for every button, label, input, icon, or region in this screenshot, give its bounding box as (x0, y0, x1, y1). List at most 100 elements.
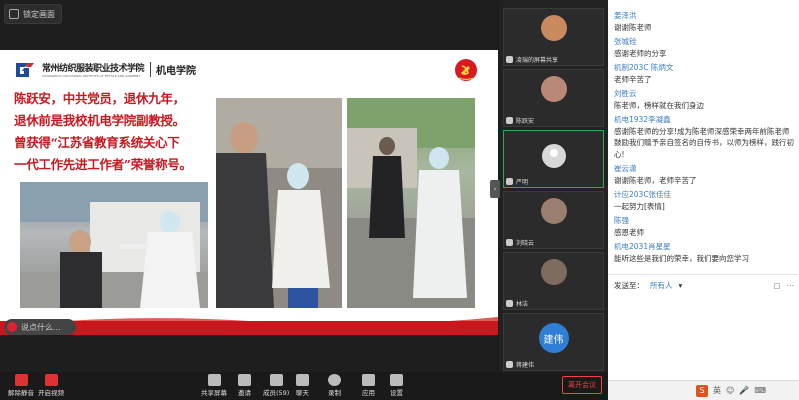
keyboard-icon[interactable]: ⌨ (754, 386, 766, 395)
share-screen-icon (207, 374, 221, 386)
department-name: 机电学院 (150, 61, 196, 77)
participant-name-row: 严明 (506, 177, 528, 186)
school-name-block: 常州纺织服装职业技术学院 CHANGZHOU VOCATIONAL INSTIT… (42, 61, 145, 78)
unmute-button[interactable]: 解除静音 (8, 374, 34, 397)
chat-text: 陈老师，榜样就在我们身边 (614, 100, 704, 110)
chat-divider (608, 274, 799, 275)
party-emblem-icon (455, 59, 477, 81)
emoji-icon[interactable]: ☺ (726, 386, 734, 395)
start-video-label: 开启视频 (38, 389, 64, 397)
participant-name-row: 蒋建伟 (506, 360, 534, 369)
participant-name: 凌瑞的屏幕共享 (516, 57, 559, 64)
chat-message: 刘胜云 陈老师，榜样就在我们身边 (614, 88, 794, 111)
ime-logo-icon[interactable]: S (696, 384, 708, 397)
shared-screen-area: 锁定画面 常州纺织服装职业技术学院 CHANGZHOU VOCATIONAL I… (0, 0, 500, 372)
apps-button[interactable]: 应用 (362, 374, 375, 397)
participant-video (540, 15, 567, 41)
collapse-thumbnails-button[interactable]: › (490, 180, 500, 198)
presentation-slide: 常州纺织服装职业技术学院 CHANGZHOU VOCATIONAL INSTIT… (0, 50, 498, 335)
participant-tile[interactable]: 刘晓云 (503, 191, 604, 249)
chat-sender[interactable]: 计应203C张佳佳 (614, 189, 794, 201)
chat-sender[interactable]: 陈强 (614, 215, 794, 227)
microphone-off-icon (14, 374, 28, 386)
participant-name: 刘晓云 (516, 240, 535, 247)
comment-icon (7, 322, 17, 332)
comment-input[interactable]: 说点什么... (4, 319, 76, 335)
chat-recipient-row: 发送至： 所有人 ▾ ▢ ⋯ (614, 280, 794, 291)
members-label: 成员(59) (263, 389, 290, 397)
start-video-button[interactable]: 开启视频 (38, 374, 64, 397)
chat-sender[interactable]: 机电1932李凝鑫 (614, 114, 794, 126)
chat-input-strip: S 英 ☺ 🎤 ⌨ (608, 380, 799, 400)
chat-message: 姜泽洪 谢谢陈老师 (614, 10, 794, 33)
participant-name: 蒋建伟 (516, 362, 535, 369)
school-logo-icon (16, 63, 34, 77)
leave-meeting-button[interactable]: 离开会议 (562, 376, 602, 394)
settings-button[interactable]: 设置 (390, 374, 403, 397)
microphone-icon (506, 239, 513, 246)
send-to-label: 发送至： (614, 281, 644, 290)
members-button[interactable]: 成员(59) (263, 374, 289, 397)
participant-tile[interactable]: 严明 (503, 130, 604, 188)
chat-sender[interactable]: 姜泽洪 (614, 10, 794, 22)
chat-text: 能听这些是我们的荣幸，我们要向您学习 (614, 253, 749, 263)
microphone-icon[interactable]: 🎤 (739, 386, 749, 395)
chat-message: 陈强 感恩老师 (614, 215, 794, 238)
chat-text: 一起努力[表情] (614, 201, 665, 211)
chat-sender[interactable]: 刘胜云 (614, 88, 794, 100)
slide-text-line: 陈跃安，中共党员，退休九年， (14, 91, 185, 106)
chat-text: 感谢老师的分享 (614, 48, 667, 58)
lock-view-label: 锁定画面 (23, 9, 55, 19)
members-icon (269, 374, 283, 386)
slide-text-line: 一代工作先进工作者”荣誉称号。 (14, 157, 192, 172)
lock-view-button[interactable]: 锁定画面 (4, 4, 62, 24)
chat-text: 感谢陈老师的分享!成为陈老师深感荣幸两年前陈老师鼓励我们赠予亲自签名的自传书，以… (614, 126, 794, 159)
ime-language-label[interactable]: 英 (713, 385, 721, 396)
slide-body-text: 陈跃安，中共党员，退休九年， 退休前是我校机电学院副教授。 曾获得“江苏省教育系… (14, 88, 212, 176)
participant-tile[interactable]: 凌瑞的屏幕共享 (503, 8, 604, 66)
share-screen-label: 共享屏幕 (201, 389, 227, 397)
chat-message-list[interactable]: 姜泽洪 谢谢陈老师 张城铨 感谢老师的分享 机制203C 陈炳文 老师辛苦了 刘胜云 陈老师，… (614, 10, 794, 267)
participant-name-row: 陈跃安 (506, 116, 534, 125)
chat-sender[interactable]: 机电2031肖星星 (614, 241, 794, 253)
invite-button[interactable]: 邀请 (238, 374, 251, 397)
meeting-toolbar: 解除静音 开启视频 共享屏幕 邀请 成员(59) 聊天 录制 应用 设置 离开会… (0, 372, 608, 400)
participant-name-row: 刘晓云 (506, 238, 534, 247)
chat-sender[interactable]: 崔云潇 (614, 163, 794, 175)
participant-tile[interactable]: 陈跃安 (503, 69, 604, 127)
chevron-down-icon[interactable]: ▾ (679, 281, 683, 290)
avatar-placeholder-icon (541, 144, 566, 168)
chat-sender[interactable]: 机制203C 陈炳文 (614, 62, 794, 74)
record-button[interactable]: 录制 (328, 374, 341, 397)
slide-text-line: 退休前是我校机电学院副教授。 (14, 113, 185, 128)
chat-button[interactable]: 聊天 (296, 374, 309, 397)
invite-icon (238, 374, 251, 386)
chat-message: 机电1932李凝鑫 感谢陈老师的分享!成为陈老师深感荣幸两年前陈老师鼓励我们赠予亲… (614, 114, 794, 160)
record-icon (328, 374, 341, 386)
slide-photo-volunteers (216, 98, 342, 308)
chat-sender[interactable]: 张城铨 (614, 36, 794, 48)
participant-name: 陈跃安 (516, 118, 535, 125)
chevron-right-icon: › (493, 185, 497, 193)
avatar: 建伟 (538, 323, 569, 353)
chat-panel: 姜泽洪 谢谢陈老师 张城铨 感谢老师的分享 机制203C 陈炳文 老师辛苦了 刘胜云 陈老师，… (608, 0, 799, 380)
microphone-icon (506, 300, 513, 307)
send-to-select[interactable]: 所有人 (650, 280, 673, 291)
microphone-icon (506, 178, 513, 185)
participant-video (540, 259, 567, 285)
participant-tile[interactable]: 林洁 (503, 252, 604, 310)
participant-tile[interactable]: 建伟蒋建伟 (503, 313, 604, 371)
participant-name: 严明 (516, 179, 529, 186)
lock-icon (9, 9, 19, 19)
chat-text: 老师辛苦了 (614, 74, 652, 84)
more-icon[interactable]: ⋯ (787, 281, 795, 290)
chat-message: 机制203C 陈炳文 老师辛苦了 (614, 62, 794, 85)
record-label: 录制 (328, 389, 341, 397)
settings-label: 设置 (390, 389, 403, 397)
participant-thumbnails: 凌瑞的屏幕共享 陈跃安严明刘晓云林洁建伟蒋建伟 (500, 0, 608, 372)
microphone-icon (506, 56, 513, 63)
slide-photo-temperature-check (20, 182, 208, 308)
file-icon[interactable]: ▢ (773, 281, 780, 290)
microphone-icon (506, 117, 513, 124)
share-screen-button[interactable]: 共享屏幕 (201, 374, 227, 397)
